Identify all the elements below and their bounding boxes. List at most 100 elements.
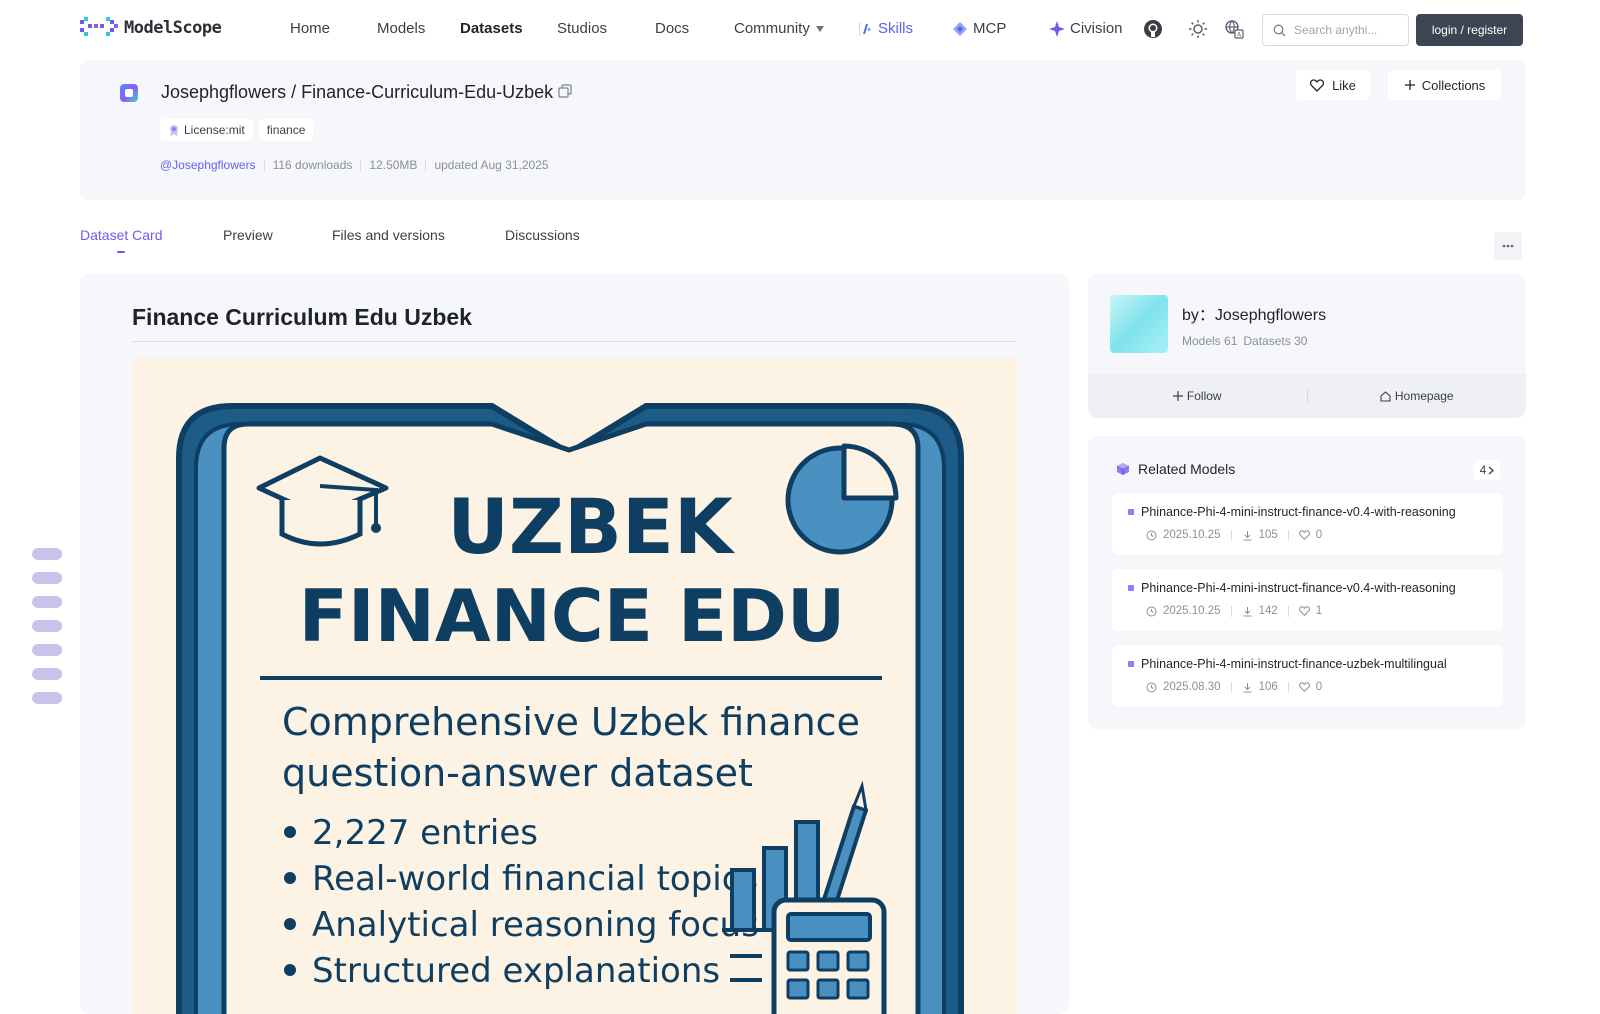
related-model-name-text: Phinance-Phi-4-mini-instruct-finance-uzb… — [1141, 657, 1447, 671]
tab-dataset-card[interactable]: Dataset Card — [80, 227, 162, 243]
tag-list: License:mit finance — [160, 119, 314, 141]
poster-bullet: Analytical reasoning focus — [312, 905, 759, 945]
poster-desc-1: Comprehensive Uzbek finance — [282, 700, 860, 744]
toc-item[interactable] — [32, 572, 62, 584]
license-tag-label: License:mit — [184, 123, 245, 137]
related-model-name: Phinance-Phi-4-mini-instruct-finance-v0.… — [1128, 505, 1488, 519]
model-downloads: 106 — [1258, 681, 1278, 693]
meta-divider — [263, 159, 265, 171]
nav-mcp-label: MCP — [973, 20, 1007, 37]
author-name[interactable]: by：Josephgflowers — [1182, 301, 1326, 325]
meta-divider — [1230, 529, 1232, 541]
dataset-name: Finance-Curriculum-Edu-Uzbek — [301, 82, 554, 102]
clock-icon — [1146, 606, 1157, 616]
related-model-item[interactable]: Phinance-Phi-4-mini-instruct-finance-v0.… — [1112, 569, 1503, 631]
related-model-item[interactable]: Phinance-Phi-4-mini-instruct-finance-v0.… — [1112, 493, 1503, 555]
toc-item[interactable] — [32, 692, 62, 704]
poster-bullet: 2,227 entries — [312, 813, 538, 853]
author-stats: Models 61 Datasets 30 — [1182, 334, 1307, 348]
clock-icon — [1146, 530, 1157, 540]
dataset-cover-image: UZBEK FINANCE EDU Comprehensive Uzbek fi… — [132, 358, 1017, 1014]
meta-divider — [360, 159, 362, 171]
search-input[interactable] — [1294, 23, 1404, 37]
collections-button[interactable]: Collections — [1388, 70, 1501, 100]
related-models-card: Related Models 4 Phinance-Phi-4-mini-ins… — [1088, 436, 1526, 730]
author-link[interactable]: @Josephgflowers — [160, 158, 256, 172]
login-register-button[interactable]: login / register — [1416, 14, 1523, 46]
poster-desc-2: question-answer dataset — [282, 751, 753, 795]
nav-home[interactable]: Home — [290, 20, 330, 37]
like-button[interactable]: Like — [1296, 70, 1370, 100]
author-models-count: Models 61 — [1182, 334, 1238, 348]
model-bullet-icon — [1128, 585, 1134, 591]
toc-item[interactable] — [32, 596, 62, 608]
sparkle-icon — [1049, 20, 1065, 37]
like-label: Like — [1332, 77, 1356, 93]
download-icon — [1243, 682, 1252, 692]
toc-item[interactable] — [32, 644, 62, 656]
related-model-meta: 2025.08.30 106 0 — [1146, 681, 1322, 693]
related-models-title: Related Models — [1138, 461, 1236, 477]
nav-mcp[interactable]: MCP — [952, 20, 1006, 37]
skills-icon — [863, 23, 872, 34]
toc-item[interactable] — [32, 668, 62, 680]
dataset-size: 12.50MB — [369, 158, 418, 172]
dataset-header: Josephgflowers / Finance-Curriculum-Edu-… — [80, 60, 1526, 200]
card-title: Finance Curriculum Edu Uzbek — [132, 304, 472, 330]
homepage-button[interactable]: Homepage — [1308, 389, 1527, 403]
model-likes: 1 — [1315, 605, 1323, 617]
related-model-name: Phinance-Phi-4-mini-instruct-finance-v0.… — [1128, 581, 1488, 595]
nav-studios[interactable]: Studios — [557, 20, 607, 37]
avatar[interactable] — [1110, 295, 1168, 353]
home-icon — [1380, 390, 1391, 402]
dataset-title: Josephgflowers / Finance-Curriculum-Edu-… — [161, 82, 553, 103]
dataset-card-content: Finance Curriculum Edu Uzbek UZBEK FINAN… — [80, 274, 1069, 1014]
nav-community-label: Community — [734, 20, 810, 37]
meta-divider — [1287, 681, 1289, 693]
related-model-meta: 2025.10.25 142 1 — [1146, 605, 1322, 617]
license-tag[interactable]: License:mit — [160, 119, 253, 141]
toc-item[interactable] — [32, 548, 62, 560]
dataset-meta: @Josephgflowers 116 downloads 12.50MB up… — [160, 158, 549, 172]
related-models-more-button[interactable]: 4 — [1474, 460, 1500, 480]
table-of-contents-rail — [32, 548, 62, 716]
nav-civision[interactable]: Civision — [1049, 20, 1123, 37]
related-model-name-text: Phinance-Phi-4-mini-instruct-finance-v0.… — [1141, 581, 1456, 595]
theme-toggle-icon[interactable] — [1188, 19, 1208, 39]
nav-docs[interactable]: Docs — [655, 20, 689, 37]
github-icon[interactable] — [1143, 19, 1163, 39]
nav-skills-label: Skills — [878, 20, 914, 37]
download-icon — [1243, 530, 1252, 540]
related-model-item[interactable]: Phinance-Phi-4-mini-instruct-finance-uzb… — [1112, 645, 1503, 707]
tab-files-and-versions[interactable]: Files and versions — [332, 227, 445, 243]
meta-divider — [1287, 529, 1289, 541]
copy-icon[interactable] — [558, 84, 572, 98]
logo[interactable]: ModelScope — [80, 17, 222, 39]
ellipsis-icon — [1502, 244, 1514, 248]
heart-icon — [1310, 78, 1325, 92]
model-downloads: 105 — [1258, 529, 1278, 541]
search-box[interactable] — [1262, 14, 1409, 46]
toc-item[interactable] — [32, 620, 62, 632]
follow-button[interactable]: Follow — [1088, 389, 1307, 403]
cover-illustration: UZBEK FINANCE EDU Comprehensive Uzbek fi… — [176, 403, 964, 1014]
nav-datasets[interactable]: Datasets — [460, 20, 523, 37]
heart-icon — [1298, 606, 1310, 616]
meta-divider — [425, 159, 427, 171]
tab-discussions[interactable]: Discussions — [505, 227, 580, 243]
language-icon[interactable]: A — [1224, 19, 1244, 39]
homepage-label: Homepage — [1394, 389, 1454, 403]
related-model-name: Phinance-Phi-4-mini-instruct-finance-uzb… — [1128, 657, 1488, 671]
more-options-button[interactable] — [1494, 232, 1522, 260]
license-icon — [170, 125, 178, 136]
pie-chart-icon — [785, 443, 899, 555]
finance-tag[interactable]: finance — [258, 119, 314, 141]
dataset-owner[interactable]: Josephgflowers — [161, 82, 286, 102]
dataset-icon — [120, 84, 138, 102]
tab-preview[interactable]: Preview — [223, 227, 273, 243]
nav-community[interactable]: Community — [734, 20, 824, 37]
nav-models[interactable]: Models — [377, 20, 425, 37]
nav-skills[interactable]: Skills — [860, 20, 913, 37]
logo-text: ModelScope — [124, 18, 222, 38]
model-likes: 0 — [1315, 529, 1323, 541]
